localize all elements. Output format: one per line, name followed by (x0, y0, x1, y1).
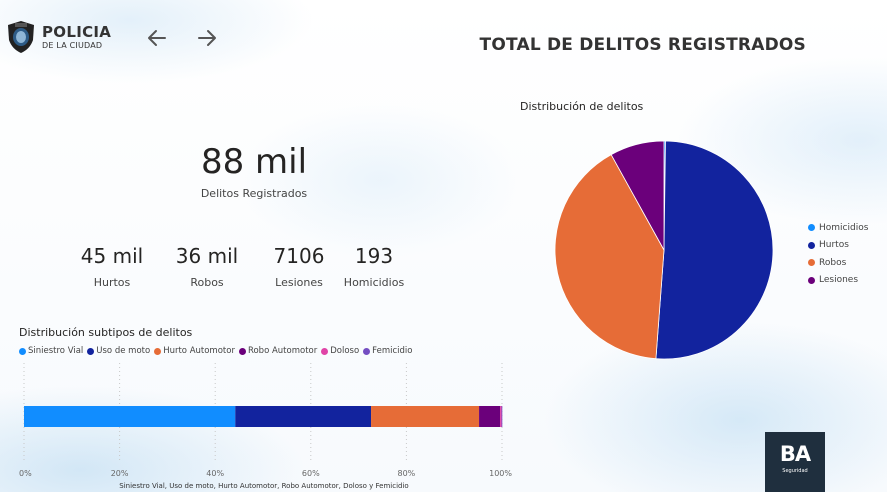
policia-logo: POLICIA DE LA CIUDAD (6, 20, 111, 54)
kpi-robos-label: Robos (190, 276, 224, 289)
bar-segment-siniestro-vial[interactable] (24, 406, 236, 427)
bar-chart-title: Distribución subtipos de delitos (19, 326, 193, 339)
kpi-total-card: 88 mil Delitos Registrados (154, 145, 354, 200)
arrow-right-icon[interactable] (196, 27, 218, 49)
pie-legend-item-homicidios[interactable]: Homicidios (808, 219, 868, 237)
pie-legend-item-lesiones[interactable]: Lesiones (808, 272, 868, 290)
legend-dot (154, 347, 162, 355)
page-title: TOTAL DE DELITOS REGISTRADOS (479, 35, 806, 55)
kpi-homicidios-card: 193 Homicidios (329, 246, 419, 289)
legend-dot (808, 241, 815, 249)
kpi-robos-card: 36 mil Robos (162, 246, 252, 289)
bar-x-tick-label: 100% (489, 469, 512, 478)
pie-legend-item-hurtos[interactable]: Hurtos (808, 237, 868, 255)
kpi-robos-value: 36 mil (175, 244, 239, 268)
legend-dot (363, 347, 371, 355)
bar-x-tick-label: 0% (19, 469, 32, 478)
pie-legend-item-robos[interactable]: Robos (808, 254, 868, 272)
kpi-homicidios-value: 193 (354, 244, 394, 268)
police-badge-icon (8, 21, 34, 53)
bar-segment-hurto-automotor[interactable] (371, 406, 480, 427)
legend-label: Hurtos (819, 240, 849, 251)
ba-seguridad-logo: BA Seguridad (765, 432, 825, 492)
legend-dot (808, 224, 815, 232)
pie-chart-title: Distribución de delitos (520, 100, 644, 113)
bar-x-axis-title: Siniestro Vial, Uso de moto, Hurto Autom… (119, 482, 409, 490)
legend-dot (238, 347, 246, 355)
pie-chart (554, 140, 774, 360)
bar-segment-doloso[interactable] (500, 406, 502, 427)
pie-slice-hurtos[interactable] (655, 140, 774, 360)
legend-label: Homicidios (819, 222, 869, 233)
legend-label: Lesiones (819, 275, 859, 286)
bar-segment-uso-de-moto[interactable] (235, 406, 372, 427)
logo-line2: DE LA CIUDAD (42, 40, 103, 50)
legend-dot (87, 347, 95, 355)
bar-x-tick-label: 80% (398, 469, 416, 478)
kpi-hurtos-label: Hurtos (93, 276, 131, 289)
legend-dot (808, 276, 815, 284)
ba-logo-subtext: Seguridad (782, 468, 808, 474)
kpi-hurtos-value: 45 mil (80, 244, 144, 268)
kpi-hurtos-card: 45 mil Hurtos (67, 246, 157, 289)
ba-logo-text: BA (779, 442, 811, 466)
bar-x-tick-label: 60% (302, 469, 320, 478)
legend-dot (808, 259, 815, 267)
pie-legend: Homicidios Hurtos Robos Lesiones (808, 219, 868, 289)
bar-x-tick-label: 20% (111, 469, 129, 478)
kpi-homicidios-label: Homicidios (343, 276, 405, 289)
legend-dot (321, 347, 329, 355)
legend-label: Robos (819, 257, 847, 268)
arrow-left-icon[interactable] (146, 27, 168, 49)
bar-x-tick-label: 40% (206, 469, 224, 478)
logo-line1: POLICIA (42, 22, 112, 41)
stacked-bar-chart: 0% 20% 40% 60% 80% 100% (19, 363, 512, 478)
legend-dot (19, 347, 26, 355)
bar-segment-femicidio[interactable] (501, 406, 503, 427)
bar-segment-robo-automotor[interactable] (479, 406, 501, 427)
kpi-total-label: Delitos Registrados (200, 187, 308, 200)
kpi-total-value: 88 mil (200, 142, 308, 182)
